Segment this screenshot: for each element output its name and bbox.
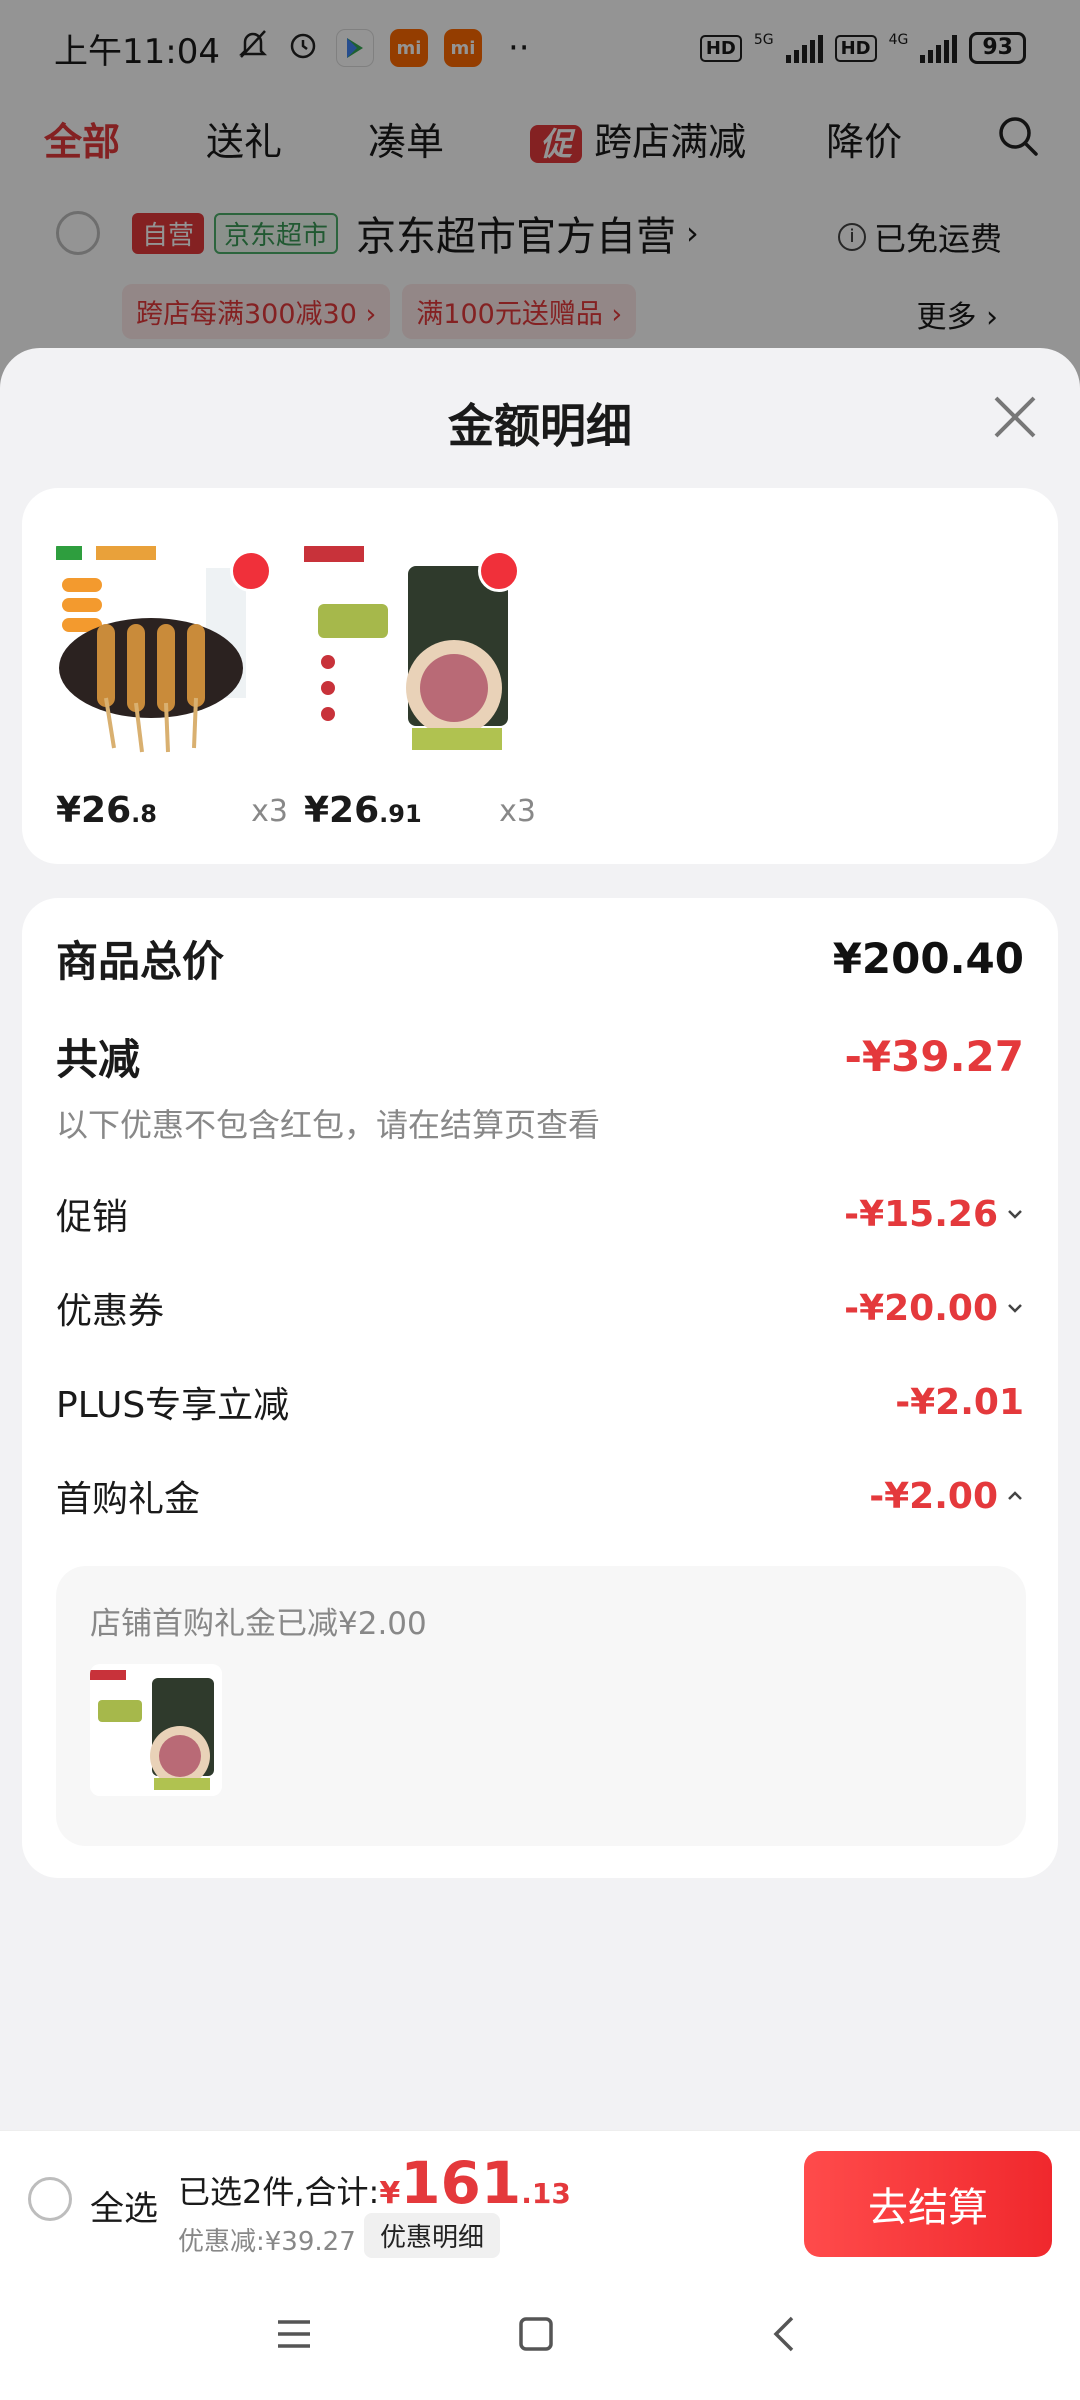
plus-discount-value: -¥2.01 xyxy=(895,1381,1024,1423)
skewer-product-image xyxy=(56,538,276,758)
total-price-row: 商品总价 ¥200.40 xyxy=(56,928,1024,989)
promotion-label: 促销 xyxy=(56,1197,129,1238)
gift-detail-box: 店铺首购礼金已减¥2.00 xyxy=(56,1566,1026,1846)
modal-overlay[interactable] xyxy=(0,0,1080,400)
product-quantity: x3 xyxy=(251,794,288,829)
checkout-bar: 全选 已选2件,合计: ¥161.13 优惠减:¥39.27 优惠明细 去结算 xyxy=(0,2130,1080,2266)
back-icon[interactable] xyxy=(762,2310,810,2358)
saved-amount: 优惠减:¥39.27 xyxy=(178,2227,356,2257)
plus-discount-row: PLUS专享立减 -¥2.01 xyxy=(56,1376,1024,1428)
gift-detail-text: 店铺首购礼金已减¥2.00 xyxy=(90,1606,427,1642)
meat-product-thumbnail xyxy=(90,1664,222,1796)
select-all-radio[interactable] xyxy=(28,2177,72,2221)
product-price: ¥26.91 xyxy=(304,790,422,831)
product-item[interactable]: ¥26.8 x3 xyxy=(56,538,288,831)
first-purchase-gift-value: -¥2.00 xyxy=(869,1475,998,1517)
checkout-button[interactable]: 去结算 xyxy=(804,2151,1052,2257)
total-price-label: 商品总价 xyxy=(56,937,225,986)
meat-product-image xyxy=(304,538,524,758)
chevron-down-icon xyxy=(1008,1210,1022,1219)
summary-prefix: 已选2件,合计: xyxy=(178,2173,380,2211)
home-icon[interactable] xyxy=(512,2310,560,2358)
sheet-title: 金额明细 xyxy=(448,399,632,453)
total-reduce-value: -¥39.27 xyxy=(844,1032,1024,1081)
chevron-up-icon xyxy=(1008,1491,1022,1500)
plus-discount-label: PLUS专享立减 xyxy=(56,1385,290,1426)
coupon-value: -¥20.00 xyxy=(844,1287,998,1329)
price-detail-card: 商品总价 ¥200.40 共减 -¥39.27 以下优惠不包含红包，请在结算页查… xyxy=(22,898,1058,1878)
promotion-value: -¥15.26 xyxy=(844,1193,998,1235)
discount-note: 以下优惠不包含红包，请在结算页查看 xyxy=(56,1106,601,1144)
product-item[interactable]: ¥26.91 x3 xyxy=(304,538,536,831)
system-nav-bar xyxy=(0,2266,1080,2400)
product-price: ¥26.8 xyxy=(56,790,157,831)
select-all-label[interactable]: 全选 xyxy=(90,2181,158,2230)
total-reduce-row: 共减 -¥39.27 xyxy=(56,1026,1024,1087)
goods-card: ¥26.8 x3 ¥26.91 x3 xyxy=(22,488,1058,864)
discount-detail-button[interactable]: 优惠明细 xyxy=(364,2213,501,2258)
product-quantity: x3 xyxy=(499,794,536,829)
close-icon[interactable] xyxy=(990,392,1040,442)
menu-icon[interactable] xyxy=(270,2310,318,2358)
selected-summary: 已选2件,合计: ¥161.13 xyxy=(178,2149,571,2217)
coupon-row[interactable]: 优惠券 -¥20.00 xyxy=(56,1282,1024,1334)
amount-detail-sheet: 金额明细 ¥26.8 x3 ¥26.91 x3 商品总价 ¥200.40 共减 … xyxy=(0,348,1080,2130)
checked-icon xyxy=(230,550,272,592)
chevron-down-icon xyxy=(1008,1304,1022,1313)
total-reduce-label: 共减 xyxy=(56,1035,141,1084)
checked-icon xyxy=(478,550,520,592)
first-purchase-gift-row[interactable]: 首购礼金 -¥2.00 xyxy=(56,1470,1024,1522)
total-amount: ¥161.13 xyxy=(379,2149,571,2217)
first-purchase-gift-label: 首购礼金 xyxy=(56,1479,201,1520)
total-price-value: ¥200.40 xyxy=(832,934,1024,983)
coupon-label: 优惠券 xyxy=(56,1291,165,1332)
promotion-row[interactable]: 促销 -¥15.26 xyxy=(56,1188,1024,1240)
